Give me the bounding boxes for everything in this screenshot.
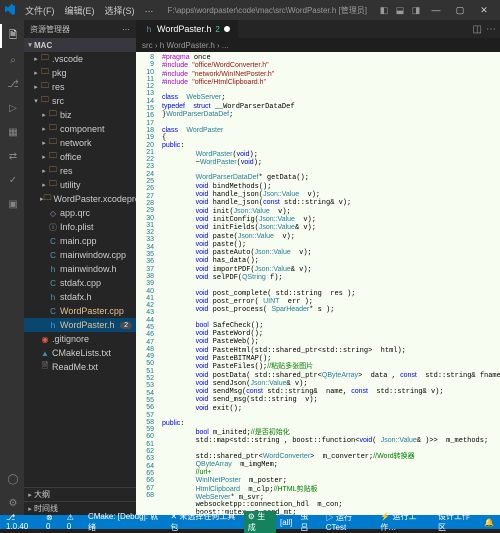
statusbar-item[interactable]: ⊗ 0 <box>42 513 63 531</box>
docker-icon[interactable]: ▣ <box>0 192 24 216</box>
source-control-icon[interactable]: ⎇ <box>0 72 24 96</box>
tree-item[interactable]: ▸🗀utility <box>24 178 136 192</box>
tree-item[interactable]: CWordPaster.cpp <box>24 304 136 318</box>
menu-item[interactable]: 编辑(E) <box>60 4 100 17</box>
modified-dot-icon <box>224 26 230 32</box>
statusbar-item[interactable]: ⚠ 0 <box>63 513 84 531</box>
tab-filename: WordPaster.h <box>157 24 211 34</box>
section-outline[interactable]: ▸大纲 <box>24 487 136 501</box>
tree-item[interactable]: ▸🗀network <box>24 136 136 150</box>
menu-item[interactable]: 文件(F) <box>20 4 60 17</box>
tree-item[interactable]: Cmainwindow.cpp <box>24 248 136 262</box>
extensions-icon[interactable]: ▦ <box>0 120 24 144</box>
menu-item[interactable]: 选择(S) <box>100 4 140 17</box>
minimize-button[interactable]: — <box>424 0 448 20</box>
statusbar-item[interactable]: [all] <box>276 518 296 527</box>
close-button[interactable]: ✕ <box>472 0 496 20</box>
statusbar-item[interactable]: ⚙ 生成 <box>244 511 276 533</box>
tree-item[interactable]: hWordPaster.h2 <box>24 318 136 332</box>
account-icon[interactable]: ◯ <box>0 467 24 491</box>
statusbar-item[interactable]: 设计工作区 <box>434 511 480 533</box>
statusbar-item[interactable]: 🔔 <box>480 518 498 527</box>
line-numbers: 8 9 10 11 12 13 14 15 16 17 18 19 20 21 … <box>136 52 158 515</box>
statusbar-item[interactable]: CMake: [Debug]: 就绪 <box>84 511 166 533</box>
split-editor-icon[interactable]: ◫ <box>473 24 482 35</box>
tree-item[interactable]: ▲CMakeLists.txt <box>24 346 136 360</box>
debug-icon[interactable]: ▷ <box>0 96 24 120</box>
tree-item[interactable]: ▸🗀office <box>24 150 136 164</box>
layout-right-icon[interactable]: ◨ <box>408 0 424 20</box>
layout-bottom-icon[interactable]: ⬓ <box>392 0 408 20</box>
tree-item[interactable]: ▸🗀WordPaster.xcodeproj <box>24 192 136 206</box>
search-icon[interactable]: ⌕ <box>0 48 24 72</box>
tree-item[interactable]: Cstdafx.cpp <box>24 276 136 290</box>
tree-item[interactable]: hstdafx.h <box>24 290 136 304</box>
statusbar-item[interactable]: ⎇ 1.0.40 <box>2 513 42 531</box>
window-title: F:\apps\wordpaster\code\mac\src\WordPast… <box>159 5 377 16</box>
explorer-actions[interactable]: ⋯ <box>119 25 130 34</box>
tree-item[interactable]: Cmain.cpp <box>24 234 136 248</box>
tree-item[interactable]: ▾🗀src <box>24 94 136 108</box>
tree-item[interactable]: ▸🗀res <box>24 80 136 94</box>
tree-item[interactable]: ▸🗀.vscode <box>24 52 136 66</box>
tree-item[interactable]: ▸🗀component <box>24 122 136 136</box>
vscode-logo-icon <box>4 4 16 16</box>
tree-item[interactable]: ◇app.qrc <box>24 206 136 220</box>
files-icon[interactable]: 🗎 <box>0 24 24 48</box>
tree-item[interactable]: ▸🗀res <box>24 164 136 178</box>
layout-left-icon[interactable]: ◧ <box>376 0 392 20</box>
section-root[interactable]: ▾MAC <box>24 38 136 52</box>
statusbar-item[interactable]: ⚡ 运行工作… <box>376 511 434 533</box>
remote-icon[interactable]: ⇄ <box>0 144 24 168</box>
statusbar-item[interactable]: ✕ 未选择任何工具包 <box>166 511 243 533</box>
maximize-button[interactable]: ▢ <box>448 0 472 20</box>
more-actions-icon[interactable]: ⋯ <box>486 24 496 35</box>
tree-item[interactable]: ◉.gitignore <box>24 332 136 346</box>
tree-item[interactable]: ▸🗀biz <box>24 108 136 122</box>
code-content[interactable]: #pragma once #include "office/WordConver… <box>158 52 500 515</box>
sidebar-title: 资源管理器 <box>30 24 70 35</box>
menu-item[interactable]: … <box>140 4 159 17</box>
breadcrumb[interactable]: src › h WordPaster.h › ... <box>136 38 500 52</box>
tree-item[interactable]: ▸🗀pkg <box>24 66 136 80</box>
tree-item[interactable]: 🗎ReadMe.txt <box>24 360 136 374</box>
statusbar-item[interactable]: 虫 吕 <box>296 511 321 533</box>
tree-item[interactable]: ⓘInfo.plist <box>24 220 136 234</box>
tree-item[interactable]: hmainwindow.h <box>24 262 136 276</box>
editor-tab[interactable]: h WordPaster.h 2 <box>136 20 239 38</box>
test-icon[interactable]: ✓ <box>0 168 24 192</box>
statusbar-item[interactable]: ▷ 运行 CTest <box>322 512 377 532</box>
settings-gear-icon[interactable]: ⚙ <box>0 491 24 515</box>
